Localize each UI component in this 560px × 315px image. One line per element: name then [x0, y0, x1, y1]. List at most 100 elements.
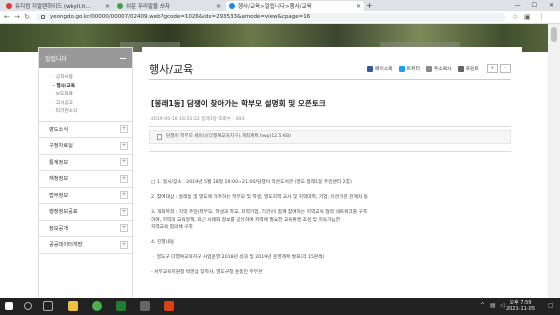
body-line [151, 247, 506, 255]
category-label: 행정정보공표 [49, 209, 78, 216]
expand-icon[interactable]: + [120, 141, 128, 150]
sidebar-category[interactable]: 공공데이터개방 + [39, 237, 132, 254]
windows-start-icon[interactable] [5, 302, 13, 310]
expand-icon[interactable]: + [120, 174, 128, 183]
sidebar-category[interactable]: 재정정보 + [39, 171, 132, 188]
sidebar-category[interactable]: 영도소식 + [39, 122, 132, 138]
sidebar-category[interactable]: 정보공개 + [39, 221, 132, 237]
tab-2[interactable]: 쉬운 우리말을 쓰자 ✕ [114, 1, 224, 11]
tray-chevron-icon[interactable]: ^ [480, 302, 485, 309]
main-content: 행사/교육 페이스북 트위터 주소복사 프린트 + - [봉래1동] 담쟁이 찾… [142, 47, 522, 315]
divider [149, 126, 511, 127]
address-toolbar: ← → ↻ yeongdo.go.kr/00000/00007/02409.we… [0, 11, 560, 24]
forward-icon[interactable]: → [14, 13, 20, 22]
share-label: 주소복사 [433, 67, 452, 72]
body-line: 4. 진행내용 [151, 240, 175, 245]
body-line: 3. 개최목적 : 지역 주민(학부모, 학생과 학교, 지역기업, 기관)이 … [151, 210, 368, 215]
screen: 유지컴 지알렌하이드 (wkyll.it... ✕ 쉬운 우리말을 쓰자 ✕ 행… [0, 0, 560, 315]
sidebar-category[interactable]: 행정정보공표 + [39, 204, 132, 221]
file-explorer-icon[interactable] [68, 301, 78, 311]
expand-icon[interactable]: + [120, 158, 128, 167]
volume-icon[interactable]: ◁ [500, 302, 505, 309]
attachment-link[interactable]: 담쟁이 학부모 세미나(다행복교육지구).개최계획.hwp(12.5 KB) [149, 130, 511, 144]
divider [149, 151, 511, 152]
zoom-out-button[interactable]: - [499, 64, 511, 73]
post-body: □ 1. 일시/장소 : 2019년 5월 18일 19:00~21:00/담쟁… [151, 179, 506, 277]
body-line: - 서부교육지원청 박영상 장학사, 영도구청 운동민 주무관 [151, 270, 263, 275]
category-label: 정보공개 [49, 225, 69, 232]
reload-icon[interactable]: ↻ [24, 13, 30, 22]
close-tab-icon[interactable]: ✕ [216, 3, 221, 10]
share-toolbar: 페이스북 트위터 주소복사 프린트 + - [367, 64, 511, 73]
back-icon[interactable]: ← [4, 13, 10, 22]
minimize-button[interactable]: — [509, 0, 526, 11]
tab-1[interactable]: 유지컴 지알렌하이드 (wkyll.it... ✕ [3, 1, 113, 11]
task-view-icon[interactable] [43, 301, 53, 311]
body-line [151, 262, 506, 270]
clock-date: 2021-11-05 [505, 306, 535, 312]
body-line: 지역교육 협의체 구축 [151, 225, 193, 230]
subnav-item-notice[interactable]: · 공지사항 [53, 74, 132, 83]
chrome-icon[interactable] [92, 301, 102, 311]
sidebar-category[interactable]: 구정자료실 + [39, 138, 132, 155]
sidebar-title: 알립니다 [45, 55, 68, 63]
search-icon[interactable] [24, 302, 32, 310]
link-icon [425, 65, 432, 72]
taskbar-clock[interactable]: 오후 7:59 2021-11-05 [506, 300, 535, 312]
share-twitter[interactable]: 트위터 [398, 65, 420, 72]
notification-icon[interactable]: ▢ [548, 302, 554, 309]
collapse-icon[interactable] [120, 57, 126, 59]
subnav-item-other-news[interactable]: · 타기관소식 [53, 108, 132, 117]
close-window-button[interactable]: ✕ [543, 0, 560, 11]
app-icon[interactable] [140, 301, 150, 311]
sidebar-category[interactable]: 법무정보 + [39, 188, 132, 204]
close-tab-icon[interactable]: ✕ [105, 3, 110, 10]
tab-title: 쉬운 우리말을 쓰자 [126, 4, 170, 10]
sidebar-category[interactable]: 통계정보 + [39, 155, 132, 171]
expand-icon[interactable]: + [120, 191, 128, 200]
tab-title: 유지컴 지알렌하이드 (wkyll.it... [15, 4, 91, 10]
category-label: 구정자료실 [49, 143, 73, 150]
tab-favicon-icon [117, 3, 123, 9]
url-text: yeongdo.go.kr/00000/00007/02409.web?gcod… [50, 14, 311, 20]
copy-url[interactable]: 주소복사 [425, 65, 452, 72]
expand-icon[interactable]: + [120, 207, 128, 216]
expand-icon[interactable]: + [120, 125, 128, 134]
attachment-name: 담쟁이 학부모 세미나(다행복교육지구).개최계획.hwp(12.5 KB) [166, 134, 291, 139]
body-line: □ 1. 일시/장소 : 2019년 5월 18일 19:00~21:00/담쟁… [151, 180, 352, 185]
scrollbar-thumb[interactable] [551, 27, 557, 42]
url-bar[interactable]: yeongdo.go.kr/00000/00007/02409.web?gcod… [36, 13, 506, 22]
share-facebook[interactable]: 페이스북 [367, 65, 393, 72]
subnav-item-press[interactable]: · 보도자료 [53, 91, 132, 100]
page-title: 행사/교육 [149, 63, 194, 76]
maximize-button[interactable]: ☐ [526, 0, 543, 11]
extensions-icon[interactable]: ▣ [524, 13, 531, 22]
print-button[interactable]: 프린트 [457, 65, 479, 72]
category-label: 공공데이터개방 [49, 242, 83, 249]
powerpoint-icon[interactable] [164, 301, 174, 311]
menu-icon[interactable]: ⋮ [538, 13, 545, 22]
post-title: [봉래1동] 담쟁이 찾아가는 학부모 설명회 및 오픈토크 [151, 99, 326, 108]
left-sidebar: 알립니다 · 공지사항 · 행사/교육 · 보도자료 · 고시공고 · 타기관소… [38, 47, 133, 315]
body-line [151, 232, 506, 240]
post-meta: 2019-05-16 16:02:22 봉래1동 조회수 : 493 [151, 117, 245, 122]
expand-icon[interactable]: + [120, 224, 128, 233]
windows-taskbar: ^ ▤ ◁ 오후 7:59 2021-11-05 ▢ [0, 298, 560, 315]
print-icon [457, 65, 464, 72]
tab-title: 행사/교육>알립니다>행사/교육 [238, 4, 312, 10]
body-line: ㆍ 영도구 다행복교육지구 사업운영 2018년 성과 및 2019년 운영계획… [151, 255, 325, 260]
subnav-item-announcements[interactable]: · 고시공고 [53, 100, 132, 109]
lock-icon [41, 15, 45, 19]
expand-icon[interactable]: + [120, 240, 128, 249]
network-icon[interactable]: ▤ [490, 302, 496, 309]
zoom-in-button[interactable]: + [486, 64, 498, 73]
tab-3-active[interactable]: 행사/교육>알립니다>행사/교육 ✕ [226, 1, 364, 11]
page-scrollbar[interactable] [548, 24, 560, 298]
star-icon[interactable]: ☆ [512, 13, 518, 22]
close-tab-icon[interactable]: ✕ [356, 3, 361, 10]
subnav-item-events[interactable]: · 행사/교육 [53, 83, 132, 92]
category-label: 재정정보 [49, 176, 69, 183]
excel-icon[interactable] [116, 301, 126, 311]
new-tab-button[interactable]: + [366, 1, 373, 10]
print-label: 프린트 [465, 67, 479, 72]
